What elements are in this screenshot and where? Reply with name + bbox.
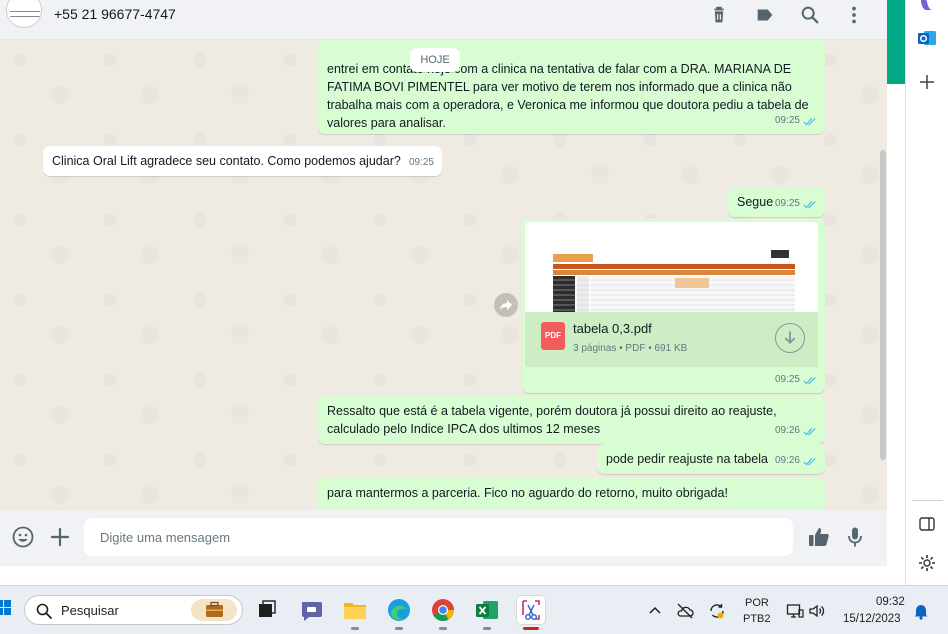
- chevron-up-icon[interactable]: [646, 602, 664, 620]
- app-active-indicator: [523, 627, 539, 630]
- snipping-tool-icon: [522, 600, 540, 621]
- search-icon[interactable]: [799, 4, 821, 26]
- more-vert-icon[interactable]: [843, 4, 865, 26]
- windows-taskbar: Pesquisar POR PTB2 09:32 15/12/2023: [0, 585, 948, 634]
- message-time: 09:26: [774, 455, 800, 466]
- message-text: Ressalto que está é a tabela vigente, po…: [327, 404, 777, 436]
- forward-icon[interactable]: [494, 293, 518, 317]
- keyboard-layout[interactable]: PTB2: [743, 613, 771, 625]
- notification-bell-icon[interactable]: [912, 602, 930, 620]
- sidebar-toggle-icon[interactable]: [917, 514, 937, 534]
- contact-name[interactable]: +55 21 96677-4747: [54, 6, 176, 22]
- message-meta: 09:25: [775, 112, 817, 130]
- message-text: Clinica Oral Lift agradece seu contato. …: [52, 154, 401, 168]
- attach-plus-icon[interactable]: [48, 525, 72, 549]
- message-outgoing[interactable]: entrei em contato hoje com a clinica na …: [318, 40, 825, 134]
- search-highlight-briefcase-icon: [191, 599, 237, 621]
- taskbar-snipping-tool[interactable]: [517, 596, 545, 630]
- taskbar-file-explorer[interactable]: [341, 596, 369, 630]
- message-outgoing[interactable]: pode pedir reajuste na tabela 09:26: [597, 444, 825, 474]
- taskbar-search-placeholder: Pesquisar: [61, 603, 119, 618]
- message-outgoing[interactable]: para mantermos a parceria. Fico no aguar…: [318, 478, 825, 510]
- window-edge: [887, 84, 905, 580]
- teams-chat-icon: [302, 602, 322, 621]
- app-running-indicator: [439, 627, 447, 630]
- clock-time[interactable]: 09:32: [876, 596, 905, 608]
- document-thumbnail: [525, 222, 818, 312]
- read-ticks-icon: [803, 457, 816, 465]
- side-panel-divider: [912, 500, 943, 501]
- taskbar-teams[interactable]: [297, 596, 325, 624]
- edge-browser-icon: [388, 599, 410, 621]
- copilot-icon[interactable]: [917, 0, 937, 12]
- folder-icon: [344, 603, 366, 619]
- task-view-icon: [259, 600, 276, 617]
- taskbar-search-icon: [36, 603, 52, 619]
- label-icon[interactable]: [754, 4, 776, 26]
- clock-date[interactable]: 15/12/2023: [843, 613, 901, 625]
- message-time: 09:25: [408, 157, 434, 168]
- message-scrollbar[interactable]: [880, 150, 886, 460]
- taskbar-task-view[interactable]: [253, 596, 281, 624]
- message-incoming[interactable]: Clinica Oral Lift agradece seu contato. …: [43, 146, 442, 176]
- message-document[interactable]: PDF tabela 0,3.pdf 3 páginas • PDF • 691…: [522, 219, 825, 393]
- input-language[interactable]: POR: [745, 597, 769, 609]
- day-chip: HOJE: [410, 48, 460, 72]
- message-time: 09:26: [774, 425, 800, 436]
- read-ticks-icon: [803, 200, 816, 208]
- delete-icon[interactable]: [708, 4, 730, 26]
- cloud-offline-icon[interactable]: [676, 602, 694, 620]
- chrome-browser-icon: [432, 599, 454, 621]
- message-meta: 09:25: [409, 154, 434, 172]
- avatar-logo: [10, 11, 40, 17]
- window-accent-bar: [887, 0, 905, 84]
- app-running-indicator: [395, 627, 403, 630]
- chat-header: +55 21 96677-4747: [0, 0, 887, 40]
- message-meta: 09:26: [775, 452, 817, 470]
- microphone-icon[interactable]: [843, 525, 867, 549]
- message-time: 09:25: [774, 374, 800, 385]
- contact-avatar[interactable]: [6, 0, 42, 28]
- message-meta: 09:26: [775, 422, 817, 440]
- browser-side-panel: [905, 0, 948, 585]
- outlook-icon[interactable]: [917, 28, 937, 48]
- pdf-file-icon: PDF: [541, 322, 565, 350]
- message-outgoing[interactable]: Ressalto que está é a tabela vigente, po…: [318, 396, 825, 444]
- display-network-icon[interactable]: [786, 602, 804, 620]
- taskbar-chrome[interactable]: [429, 596, 457, 630]
- download-icon[interactable]: [775, 323, 805, 353]
- excel-icon: [476, 601, 498, 619]
- read-ticks-icon: [803, 376, 816, 384]
- read-ticks-icon: [803, 117, 816, 125]
- thumbs-up-icon[interactable]: [807, 525, 831, 549]
- sync-icon[interactable]: [708, 602, 726, 620]
- window-bottom-gap: [0, 566, 905, 585]
- document-info-strip[interactable]: PDF tabela 0,3.pdf 3 páginas • PDF • 691…: [525, 312, 818, 367]
- chat-window: +55 21 96677-4747 HOJE entrei em contato…: [0, 0, 887, 566]
- message-input[interactable]: [84, 518, 793, 556]
- app-running-indicator: [483, 627, 491, 630]
- composer: [0, 510, 887, 566]
- taskbar-excel[interactable]: [473, 596, 501, 630]
- message-text: para mantermos a parceria. Fico no aguar…: [327, 486, 728, 500]
- taskbar-edge[interactable]: [385, 596, 413, 630]
- document-name: tabela 0,3.pdf: [573, 321, 652, 336]
- add-icon[interactable]: [917, 72, 937, 92]
- message-list[interactable]: HOJE entrei em contato hoje com a clinic…: [0, 40, 887, 510]
- taskbar-search-box[interactable]: Pesquisar: [24, 595, 243, 625]
- read-ticks-icon: [803, 427, 816, 435]
- message-outgoing[interactable]: Segue 09:25: [728, 187, 825, 217]
- message-time: 09:25: [774, 115, 800, 126]
- volume-icon[interactable]: [808, 602, 826, 620]
- emoji-icon[interactable]: [11, 525, 35, 549]
- message-meta: 09:25: [775, 195, 817, 213]
- message-time: 09:25: [774, 198, 800, 209]
- document-info: 3 páginas • PDF • 691 KB: [573, 343, 688, 354]
- message-text: entrei em contato hoje com a clinica na …: [327, 62, 809, 130]
- document-preview[interactable]: [525, 222, 818, 312]
- settings-gear-icon[interactable]: [917, 553, 937, 573]
- app-running-indicator: [351, 627, 359, 630]
- windows-start-icon[interactable]: [0, 600, 12, 616]
- message-meta: 09:25: [775, 371, 817, 389]
